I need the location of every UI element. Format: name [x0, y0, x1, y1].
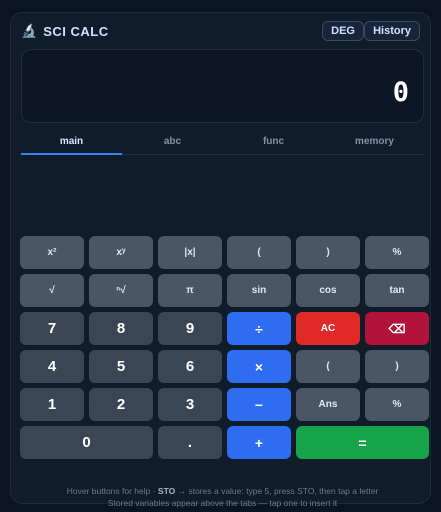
help-line-1-prefix: Hover buttons for help · [66, 486, 158, 496]
nth-root-button[interactable]: ⁿ√ [89, 274, 153, 307]
deg-toggle-button[interactable]: DEG [322, 21, 364, 41]
all-clear-button[interactable]: AC [296, 312, 360, 345]
digit-0-button[interactable]: 0 [20, 426, 153, 459]
app-title: SCI CALC [43, 23, 109, 39]
open-paren-button[interactable]: ( [227, 236, 291, 269]
help-line-1: Hover buttons for help · STO → stores a … [21, 485, 424, 497]
digit-1-button[interactable]: 1 [20, 388, 84, 421]
equals-button[interactable]: = [296, 426, 429, 459]
cos-button[interactable]: cos [296, 274, 360, 307]
close-paren-button[interactable]: ) [296, 236, 360, 269]
sin-button[interactable]: sin [227, 274, 291, 307]
add-button[interactable]: + [227, 426, 291, 459]
help-sto-keyword: STO [157, 486, 176, 496]
digit-3-button[interactable]: 3 [158, 388, 222, 421]
close-paren-button-2[interactable]: ) [365, 350, 429, 383]
calculator-window: 🔬 SCI CALC DEG History 0 main abc func m… [10, 12, 431, 508]
help-line-2: Stored variables appear above the tabs —… [107, 498, 338, 508]
backspace-icon: ⌫ [388, 321, 406, 336]
tab-abc[interactable]: abc [122, 133, 223, 155]
display-panel: 0 [21, 49, 424, 123]
tab-func[interactable]: func [223, 133, 324, 155]
power-button[interactable]: xʸ [89, 236, 153, 269]
divide-button[interactable]: ÷ [227, 312, 291, 345]
digit-2-button[interactable]: 2 [89, 388, 153, 421]
digit-6-button[interactable]: 6 [158, 350, 222, 383]
digit-4-button[interactable]: 4 [20, 350, 84, 383]
percent-button-2[interactable]: % [365, 388, 429, 421]
history-button[interactable]: History [364, 21, 420, 41]
display-value: 0 [392, 77, 409, 108]
tab-main[interactable]: main [21, 133, 122, 155]
digit-8-button[interactable]: 8 [89, 312, 153, 345]
tan-button[interactable]: tan [365, 274, 429, 307]
tab-bar: main abc func memory [21, 133, 424, 155]
app-title-group: 🔬 SCI CALC [21, 23, 109, 39]
ans-button[interactable]: Ans [296, 388, 360, 421]
digit-9-button[interactable]: 9 [158, 312, 222, 345]
digit-7-button[interactable]: 7 [20, 312, 84, 345]
square-button[interactable]: x² [20, 236, 84, 269]
percent-button[interactable]: % [365, 236, 429, 269]
decimal-point-button[interactable]: . [158, 426, 222, 459]
help-line-1-suffix: → stores a value: type 5, press STO, the… [175, 486, 379, 496]
header: 🔬 SCI CALC DEG History [21, 21, 420, 43]
sqrt-button[interactable]: √ [20, 274, 84, 307]
subtract-button[interactable]: − [227, 388, 291, 421]
help-text: Hover buttons for help · STO → stores a … [21, 485, 424, 509]
multiply-button[interactable]: × [227, 350, 291, 383]
backspace-button[interactable]: ⌫ [365, 312, 429, 345]
open-paren-button-2[interactable]: ( [296, 350, 360, 383]
tab-memory[interactable]: memory [324, 133, 425, 155]
abs-button[interactable]: |x| [158, 236, 222, 269]
digit-5-button[interactable]: 5 [89, 350, 153, 383]
microscope-icon: 🔬 [21, 23, 38, 38]
pi-button[interactable]: π [158, 274, 222, 307]
